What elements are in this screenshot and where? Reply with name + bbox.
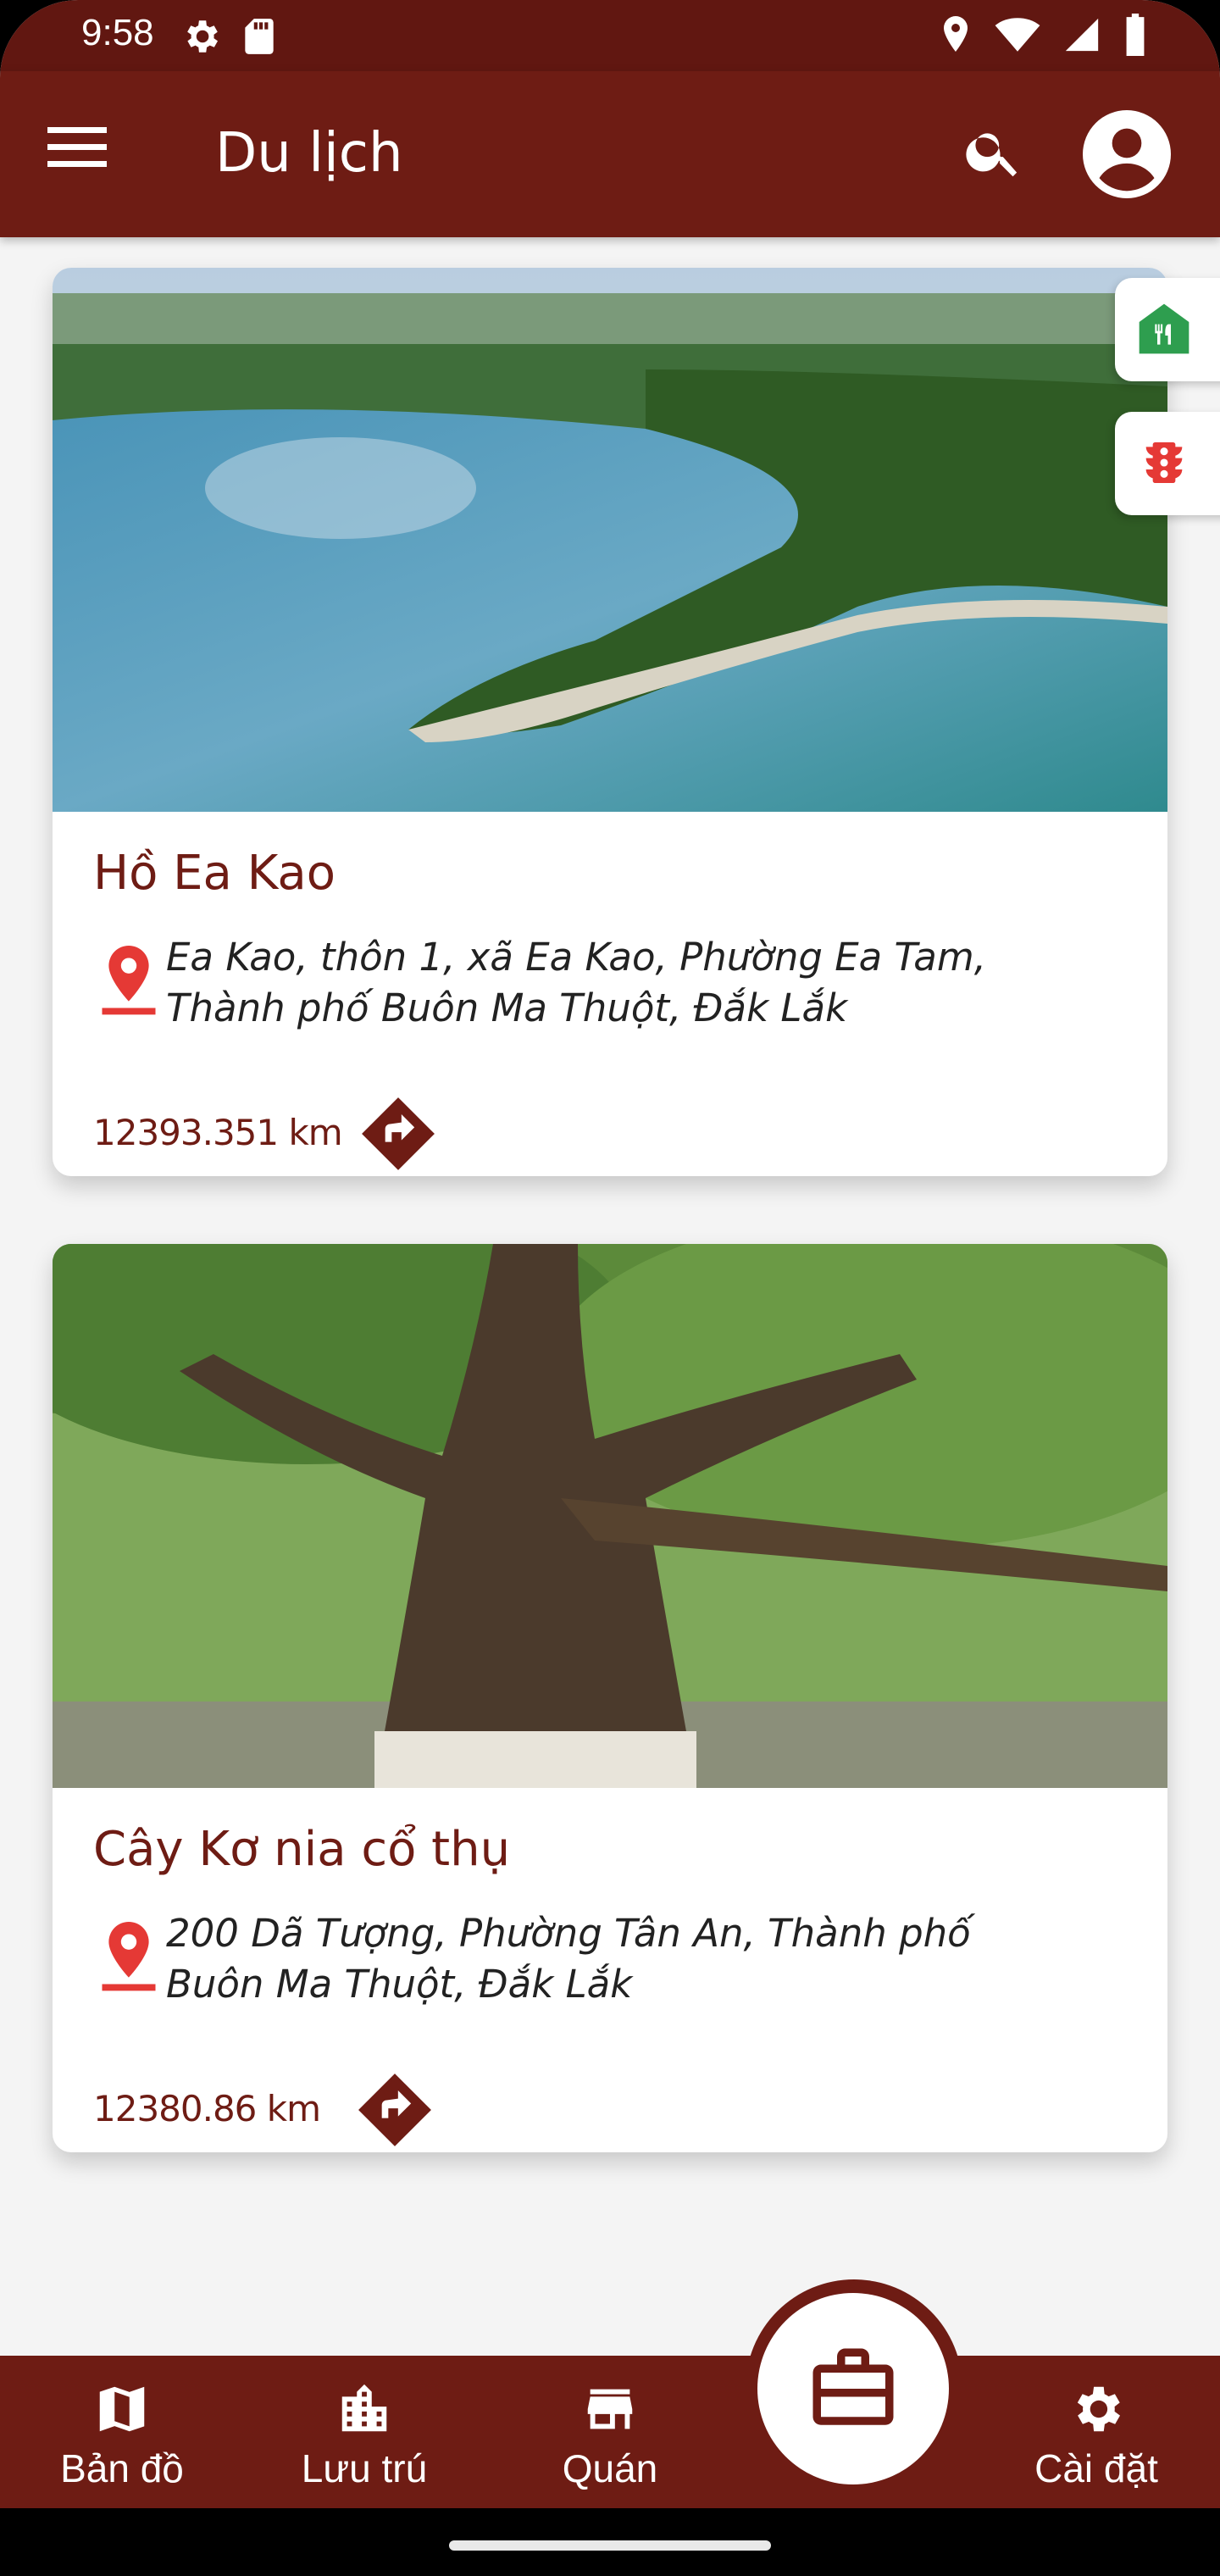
settings-icon [1077,2386,1120,2432]
status-bar: 9:58 [0,0,1220,71]
restaurant-icon [1139,303,1190,354]
place-image-tree [53,1244,1167,1788]
status-time: 9:58 [81,12,154,53]
wifi-icon [995,18,1040,52]
search-button[interactable] [962,120,1030,188]
search-icon [966,133,1018,177]
sd-card-icon [245,19,274,54]
nav-label: Cài đặt [1034,2446,1158,2490]
location-pin-icon [102,946,156,1015]
building-icon [341,2384,387,2432]
address-line-1: Ea Kao, thôn 1, xã Ea Kao, Phường Ea Tam… [166,935,987,980]
bottom-navigation: Bản đồ Lưu trú Quán Cài đặt [0,2356,1220,2508]
traffic-tab[interactable] [1115,412,1220,515]
map-icon [99,2386,145,2432]
account-button[interactable] [1083,110,1171,198]
restaurant-tab[interactable] [1115,278,1220,381]
place-distance: 12380.86 km [93,2088,321,2129]
page-title: Du lịch [215,122,403,185]
address-line-2: Buôn Ma Thuột, Đắk Lắk [166,1962,633,2007]
nav-label: Bản đồ [60,2446,184,2490]
app-screen: 9:58 Du lịch Hồ Ea Kao Ea Kao, thôn 1, x… [0,0,1220,2508]
place-address: Ea Kao, thôn 1, xã Ea Kao, Phường Ea Tam… [166,932,1106,1034]
location-icon [944,16,968,52]
place-distance: 12393.351 km [93,1112,343,1153]
nav-item-settings[interactable]: Cài đặt [995,2379,1198,2491]
nav-label: Lưu trú [301,2446,428,2490]
location-pin-icon [102,1922,156,1991]
nav-label: Quán [562,2446,658,2490]
gear-icon [187,20,218,53]
nav-item-map[interactable]: Bản đồ [20,2379,224,2491]
gesture-bar[interactable] [449,2540,771,2551]
directions-icon[interactable] [359,1095,437,1173]
nav-item-shop[interactable]: Quán [508,2379,712,2491]
place-image-lake [53,268,1167,812]
address-line-2: Thành phố Buôn Ma Thuột, Đắk Lắk [166,985,848,1030]
menu-icon [47,127,107,167]
place-card[interactable]: Cây Kơ nia cổ thụ 200 Dã Tượng, Phường T… [53,1244,1167,2152]
app-bar: Du lịch [0,71,1220,237]
briefcase-icon [812,2348,894,2425]
menu-button[interactable] [47,125,115,185]
signal-icon [1065,18,1099,52]
account-icon [1083,110,1171,198]
traffic-light-icon [1145,442,1183,483]
place-title[interactable]: Cây Kơ nia cổ thụ [93,1822,510,1877]
address-line-1: 200 Dã Tượng, Phường Tân An, Thành phố [166,1911,971,1956]
nav-item-lodging[interactable]: Lưu trú [263,2379,466,2491]
directions-icon[interactable] [356,2071,434,2149]
place-card[interactable]: Hồ Ea Kao Ea Kao, thôn 1, xã Ea Kao, Phư… [53,268,1167,1176]
battery-icon [1126,14,1145,56]
store-icon [587,2389,633,2429]
place-title[interactable]: Hồ Ea Kao [93,846,336,901]
place-address: 200 Dã Tượng, Phường Tân An, Thành phố B… [166,1908,1106,2010]
travel-fab-button[interactable] [757,2293,949,2484]
